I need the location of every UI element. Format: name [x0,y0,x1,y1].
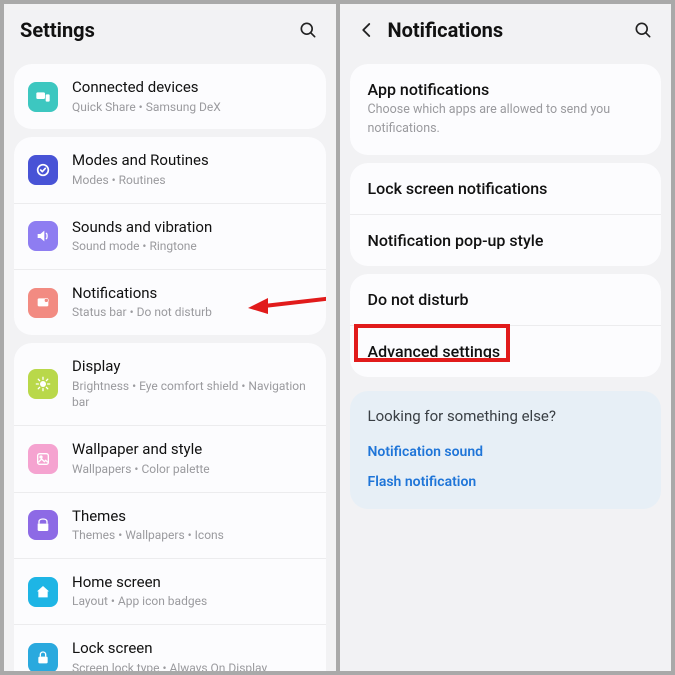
related-section: Looking for something else? Notification… [350,391,662,509]
row-title: Advanced settings [368,342,501,361]
back-icon[interactable] [356,21,378,39]
lock-icon [28,643,58,671]
row-title: App notifications [368,80,490,99]
routines-icon [28,155,58,185]
row-title: Themes [72,507,312,527]
settings-row-sounds[interactable]: Sounds and vibration Sound mode • Ringto… [14,203,326,269]
row-title: Wallpaper and style [72,440,312,460]
row-subtitle: Brightness • Eye comfort shield • Naviga… [72,378,312,412]
row-subtitle: Wallpapers • Color palette [72,461,312,478]
home-icon [28,577,58,607]
page-title: Settings [20,18,296,42]
settings-header: Settings [4,4,336,56]
row-lockscreen-notif[interactable]: Lock screen notifications [350,163,662,214]
notifications-pane: Notifications App notifications Choose w… [340,4,672,671]
settings-row-modes[interactable]: Modes and Routines Modes • Routines [14,137,326,202]
row-title: Connected devices [72,78,312,98]
page-title: Notifications [388,18,632,42]
row-title: Do not disturb [368,290,469,309]
row-subtitle: Choose which apps are allowed to send yo… [368,101,644,139]
display-icon [28,369,58,399]
row-title: Modes and Routines [72,151,312,171]
notif-section: Lock screen notifications Notification p… [350,163,662,266]
row-app-notifications[interactable]: App notifications Choose which apps are … [350,64,662,155]
row-subtitle: Status bar • Do not disturb [72,304,312,321]
link-notification-sound[interactable]: Notification sound [368,437,644,467]
row-subtitle: Modes • Routines [72,172,312,189]
row-subtitle: Screen lock type • Always On Display [72,660,312,671]
devices-icon [28,82,58,112]
settings-row-notifications[interactable]: Notifications Status bar • Do not distur… [14,269,326,335]
row-subtitle: Layout • App icon badges [72,593,312,610]
settings-row-lock[interactable]: Lock screen Screen lock type • Always On… [14,624,326,671]
themes-icon [28,510,58,540]
related-title: Looking for something else? [368,407,644,425]
row-title: Lock screen notifications [368,179,548,198]
row-title: Notification pop-up style [368,231,544,250]
search-icon[interactable] [631,18,655,42]
row-advanced-settings[interactable]: Advanced settings [350,325,662,377]
notif-section: App notifications Choose which apps are … [350,64,662,155]
notifications-header: Notifications [340,4,672,56]
settings-pane: Settings Connected devices Quick Share •… [4,4,336,671]
settings-row-themes[interactable]: Themes Themes • Wallpapers • Icons [14,492,326,558]
settings-group: Modes and Routines Modes • Routines Soun… [14,137,326,335]
notifications-icon [28,288,58,318]
notif-section: Do not disturb Advanced settings [350,274,662,377]
row-subtitle: Quick Share • Samsung DeX [72,99,312,116]
settings-group: Connected devices Quick Share • Samsung … [14,64,326,129]
wallpaper-icon [28,444,58,474]
row-title: Notifications [72,284,312,304]
settings-row-connected-devices[interactable]: Connected devices Quick Share • Samsung … [14,64,326,129]
row-subtitle: Themes • Wallpapers • Icons [72,527,312,544]
settings-group: Display Brightness • Eye comfort shield … [14,343,326,671]
search-icon[interactable] [296,18,320,42]
row-title: Home screen [72,573,312,593]
row-popup-style[interactable]: Notification pop-up style [350,214,662,266]
sound-icon [28,221,58,251]
row-dnd[interactable]: Do not disturb [350,274,662,325]
row-subtitle: Sound mode • Ringtone [72,238,312,255]
link-flash-notification[interactable]: Flash notification [368,467,644,497]
settings-row-wallpaper[interactable]: Wallpaper and style Wallpapers • Color p… [14,425,326,491]
settings-row-home[interactable]: Home screen Layout • App icon badges [14,558,326,624]
row-title: Display [72,357,312,377]
settings-row-display[interactable]: Display Brightness • Eye comfort shield … [14,343,326,425]
row-title: Lock screen [72,639,312,659]
row-title: Sounds and vibration [72,218,312,238]
